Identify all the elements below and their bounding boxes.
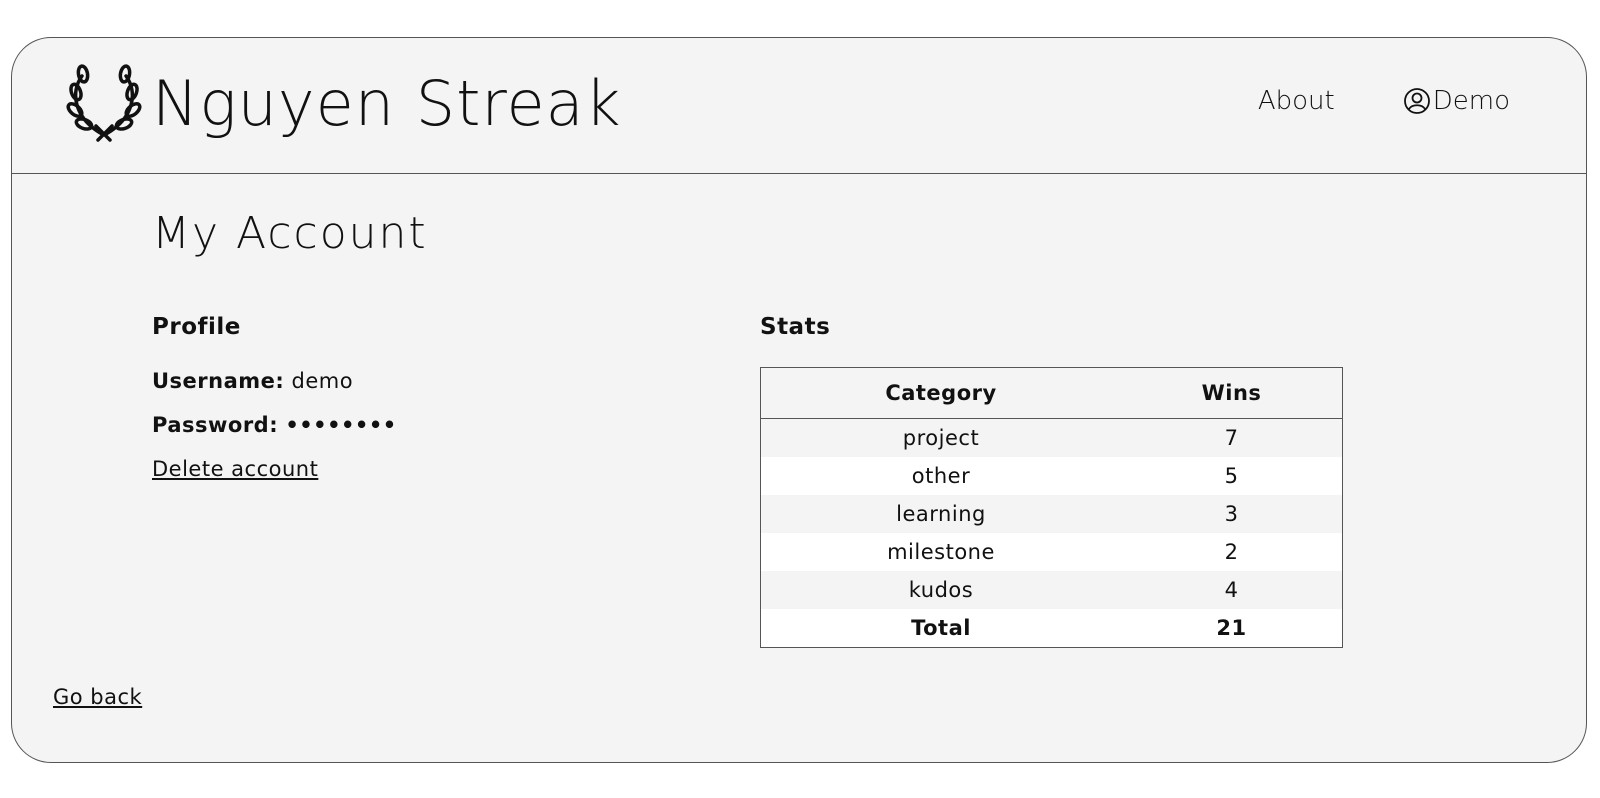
table-row: other 5 — [760, 457, 1343, 495]
column-header-category: Category — [760, 367, 1121, 419]
top-nav: About Demo — [1258, 86, 1510, 116]
delete-account-link[interactable]: Delete account — [152, 457, 318, 481]
nav-about-link[interactable]: About — [1258, 86, 1335, 116]
nav-user-label: Demo — [1432, 86, 1510, 116]
wins-cell: 5 — [1121, 457, 1343, 495]
brand-title: Nguyen Streak — [152, 67, 622, 140]
category-cell: milestone — [760, 533, 1121, 571]
page-title: My Account — [152, 208, 428, 259]
username-row: Username: demo — [152, 369, 353, 393]
total-label: Total — [760, 609, 1121, 648]
profile-heading: Profile — [152, 314, 241, 340]
category-cell: other — [760, 457, 1121, 495]
user-circle-icon — [1403, 88, 1430, 114]
category-cell: project — [760, 418, 1121, 457]
go-back-link[interactable]: Go back — [53, 685, 142, 709]
stats-header-row: Category Wins — [760, 367, 1343, 419]
username-value: demo — [291, 369, 354, 393]
total-row: Total 21 — [760, 609, 1343, 648]
column-header-wins: Wins — [1121, 367, 1343, 419]
home-link[interactable]: Nguyen Streak — [62, 62, 622, 146]
stats-table: Category Wins project 7 other 5 learning… — [760, 367, 1343, 648]
username-label: Username: — [152, 369, 285, 393]
nav-user-link[interactable]: Demo — [1403, 86, 1510, 116]
password-value: •••••••• — [285, 413, 397, 437]
total-value: 21 — [1121, 609, 1343, 648]
wins-cell: 4 — [1121, 571, 1343, 609]
wins-cell: 7 — [1121, 418, 1343, 457]
category-cell: kudos — [760, 571, 1121, 609]
table-row: learning 3 — [760, 495, 1343, 533]
password-row: Password: •••••••• — [152, 413, 397, 437]
category-cell: learning — [760, 495, 1121, 533]
wins-cell: 3 — [1121, 495, 1343, 533]
header: Nguyen Streak About Demo — [12, 38, 1586, 174]
table-row: milestone 2 — [760, 533, 1343, 571]
table-row: project 7 — [760, 418, 1343, 457]
stats-heading: Stats — [760, 314, 831, 340]
table-row: kudos 4 — [760, 571, 1343, 609]
wins-cell: 2 — [1121, 533, 1343, 571]
laurel-wreath-icon — [66, 64, 142, 142]
password-label: Password: — [152, 413, 279, 437]
app-frame: Nguyen Streak About Demo My Account Prof… — [11, 37, 1587, 763]
